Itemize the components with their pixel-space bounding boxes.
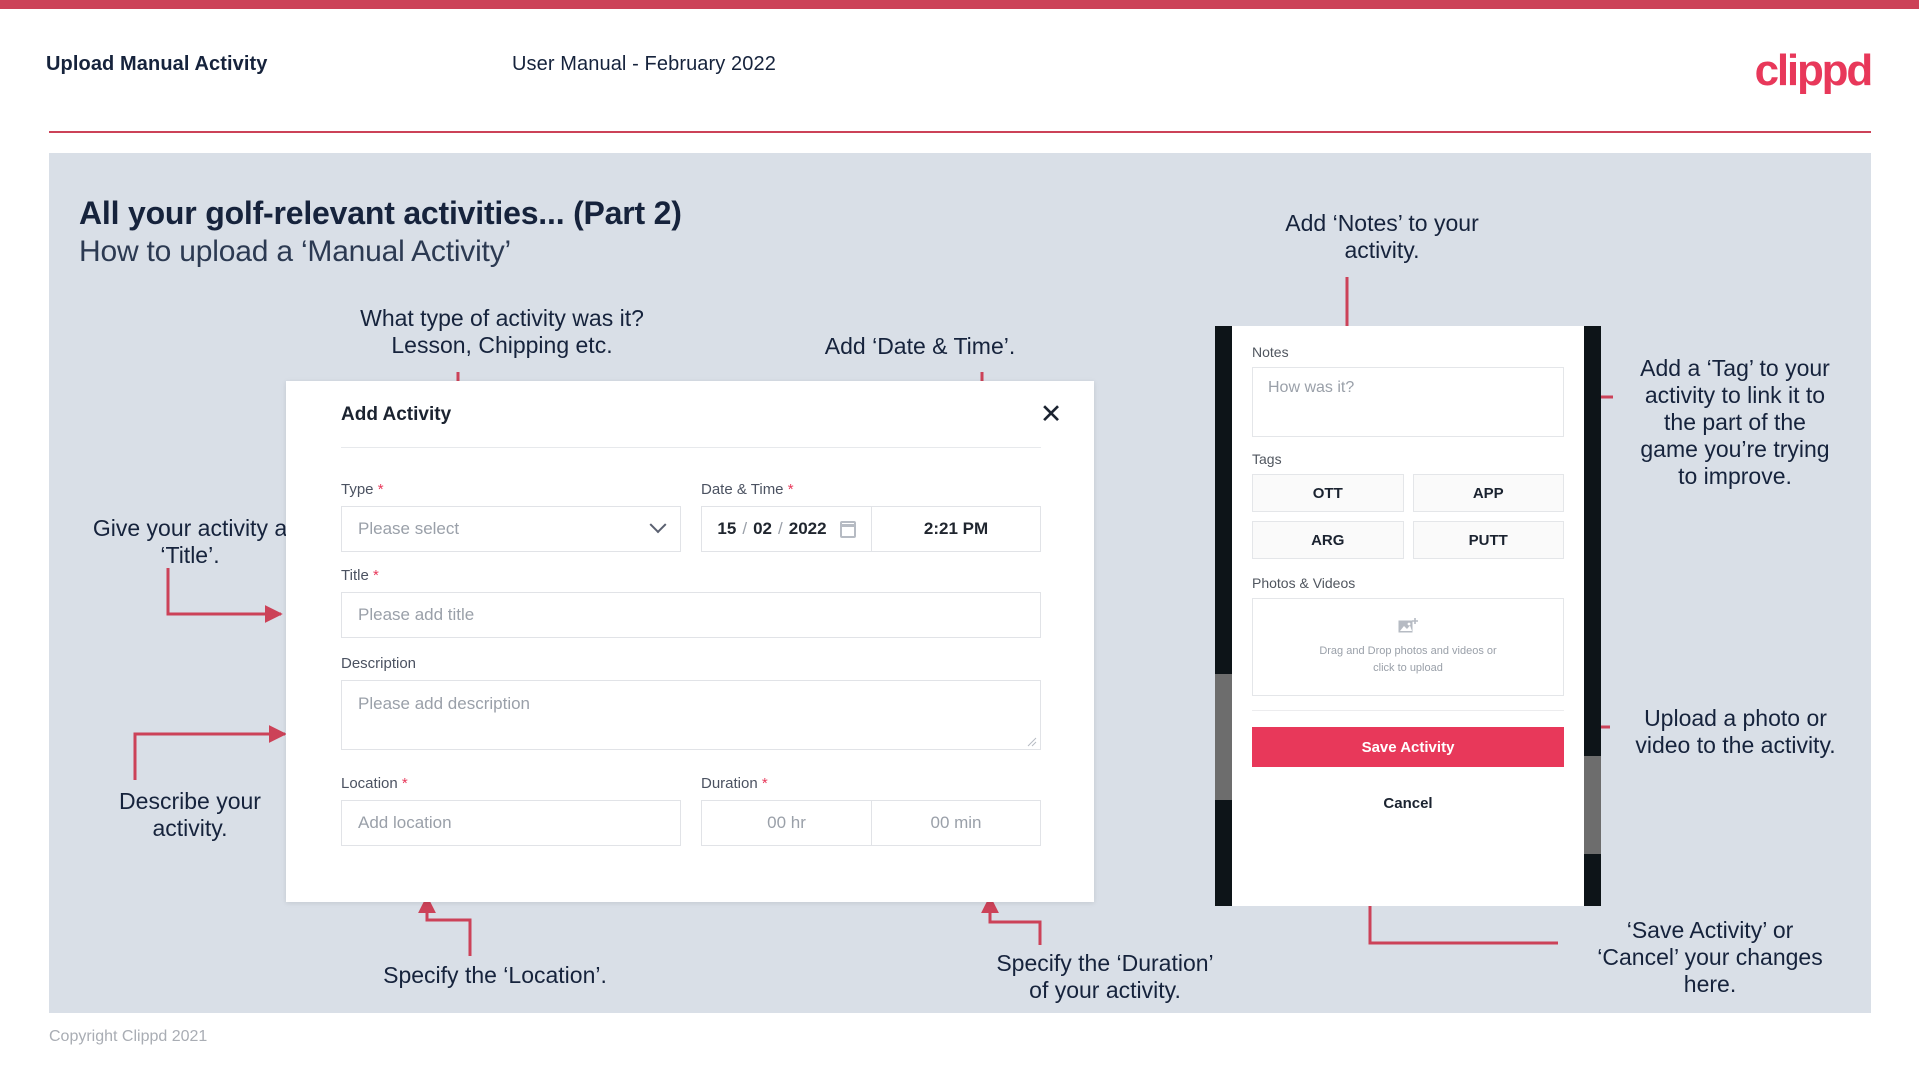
copyright-text: Copyright Clippd 2021 [49, 1028, 208, 1045]
tags-grid: OTT APP ARG PUTT [1252, 474, 1564, 559]
page-header: Upload Manual Activity User Manual - Feb… [0, 9, 1919, 133]
annotation-duration: Specify the ‘Duration’ of your activity. [996, 950, 1214, 1003]
duration-minutes-input[interactable]: 00 min [871, 801, 1040, 845]
phone-bezel-left [1215, 326, 1232, 906]
date-input[interactable]: 15 / 02 / 2022 [702, 507, 871, 551]
close-icon[interactable]: ✕ [1034, 397, 1068, 431]
clippd-logo: clippd [1754, 46, 1874, 95]
location-placeholder: Add location [358, 813, 452, 832]
description-placeholder: Please add description [358, 694, 531, 713]
phone-screen: Notes How was it? Tags OTT APP ARG PUTT … [1232, 326, 1584, 906]
type-label-text: Type [341, 481, 374, 498]
date-month: 02 [753, 519, 772, 538]
phone-mockup: Notes How was it? Tags OTT APP ARG PUTT … [1215, 326, 1601, 906]
required-asterisk: * [401, 775, 408, 792]
notes-input[interactable]: How was it? [1252, 367, 1564, 437]
location-field-group: Location * Add location [341, 775, 681, 846]
annotation-location: Specify the ‘Location’. [383, 962, 607, 988]
description-label: Description [341, 655, 1041, 672]
location-label-text: Location [341, 775, 398, 792]
description-label-text: Description [341, 655, 417, 672]
upload-text-line1: Drag and Drop photos and videos or [1319, 645, 1497, 657]
calendar-icon[interactable] [839, 520, 856, 538]
duration-label-text: Duration [701, 775, 758, 792]
datetime-input-group: 15 / 02 / 2022 2:21 PM [701, 506, 1041, 552]
date-sep: / [742, 519, 748, 538]
phone-power-button-right [1584, 756, 1601, 854]
row-location-duration: Location * Add location Duration * 00 hr… [341, 775, 1041, 846]
annotation-save-cancel: ‘Save Activity’ or ‘Cancel’ your changes… [1597, 917, 1823, 997]
phone-volume-button-left [1215, 674, 1232, 800]
required-asterisk: * [761, 775, 768, 792]
description-field-group: Description Please add description [341, 655, 1041, 750]
duration-field-group: Duration * 00 hr 00 min [701, 775, 1041, 846]
title-input-placeholder: Please add title [358, 605, 475, 624]
type-select[interactable]: Please select [341, 506, 681, 552]
annotation-type: What type of activity was it? Lesson, Ch… [360, 305, 644, 358]
required-asterisk: * [372, 567, 379, 584]
title-field-group: Title * Please add title [341, 567, 1041, 638]
photos-videos-label: Photos & Videos [1252, 575, 1356, 591]
annotation-datetime: Add ‘Date & Time’. [824, 333, 1016, 359]
upload-text-line2: click to upload [1373, 661, 1443, 674]
page-title: Upload Manual Activity [46, 53, 268, 75]
tags-label: Tags [1252, 451, 1282, 467]
phone-divider [1252, 710, 1564, 711]
title-label: Title * [341, 567, 1041, 584]
title-input[interactable]: Please add title [341, 592, 1041, 638]
description-textarea[interactable]: Please add description [341, 680, 1041, 750]
datetime-field-group: Date & Time * 15 / 02 / 2022 2:21 PM [701, 481, 1041, 552]
notes-placeholder: How was it? [1268, 379, 1355, 396]
header-subtitle: User Manual - February 2022 [512, 53, 776, 75]
tag-button-app[interactable]: APP [1412, 474, 1564, 512]
cancel-button[interactable]: Cancel [1252, 795, 1564, 812]
annotation-notes: Add ‘Notes’ to your activity. [1285, 210, 1479, 263]
resize-grip-icon[interactable] [1027, 737, 1037, 747]
save-activity-button[interactable]: Save Activity [1252, 727, 1564, 767]
title-label-text: Title [341, 567, 369, 584]
date-day: 15 [717, 519, 737, 538]
phone-bezel-right [1584, 326, 1601, 906]
duration-hours-placeholder: 00 hr [767, 813, 806, 832]
required-asterisk: * [377, 481, 384, 498]
required-asterisk: * [787, 481, 794, 498]
datetime-label-text: Date & Time [701, 481, 784, 498]
dialog-title: Add Activity [341, 404, 452, 425]
chevron-down-icon [649, 516, 667, 534]
dialog-header: Add Activity ✕ [286, 381, 1094, 447]
time-value: 2:21 PM [923, 519, 989, 538]
annotation-tags: Add a ‘Tag’ to your activity to link it … [1640, 355, 1830, 489]
type-field-group: Type * Please select [341, 481, 681, 552]
slide-subtitle: How to upload a ‘Manual Activity’ [79, 235, 511, 268]
notes-label: Notes [1252, 344, 1289, 360]
tag-button-putt[interactable]: PUTT [1412, 521, 1564, 559]
duration-hours-input[interactable]: 00 hr [702, 801, 871, 845]
date-sep: / [778, 519, 783, 538]
add-image-icon [1398, 618, 1418, 633]
location-label: Location * [341, 775, 681, 792]
top-accent-bar [0, 0, 1919, 9]
duration-input-group: 00 hr 00 min [701, 800, 1041, 846]
tag-button-arg[interactable]: ARG [1252, 521, 1404, 559]
header-divider [49, 131, 1871, 133]
date-year: 2022 [788, 519, 827, 538]
photo-upload-dropzone[interactable]: Drag and Drop photos and videos or click… [1252, 598, 1564, 696]
slide-title: All your golf-relevant activities... (Pa… [79, 195, 682, 231]
duration-label: Duration * [701, 775, 1041, 792]
row-type-datetime: Type * Please select Date & Time * 15 / … [341, 481, 1041, 552]
dialog-divider [341, 447, 1041, 448]
type-select-placeholder: Please select [358, 519, 460, 538]
annotation-upload: Upload a photo or video to the activity. [1635, 705, 1836, 758]
datetime-label: Date & Time * [701, 481, 1041, 498]
location-input[interactable]: Add location [341, 800, 681, 846]
duration-minutes-placeholder: 00 min [930, 813, 982, 832]
annotation-description: Describe your activity. [119, 788, 261, 841]
type-label: Type * [341, 481, 681, 498]
tag-button-ott[interactable]: OTT [1252, 474, 1404, 512]
time-input[interactable]: 2:21 PM [871, 507, 1040, 551]
add-activity-dialog: Add Activity ✕ Type * Please select Date… [286, 381, 1094, 902]
